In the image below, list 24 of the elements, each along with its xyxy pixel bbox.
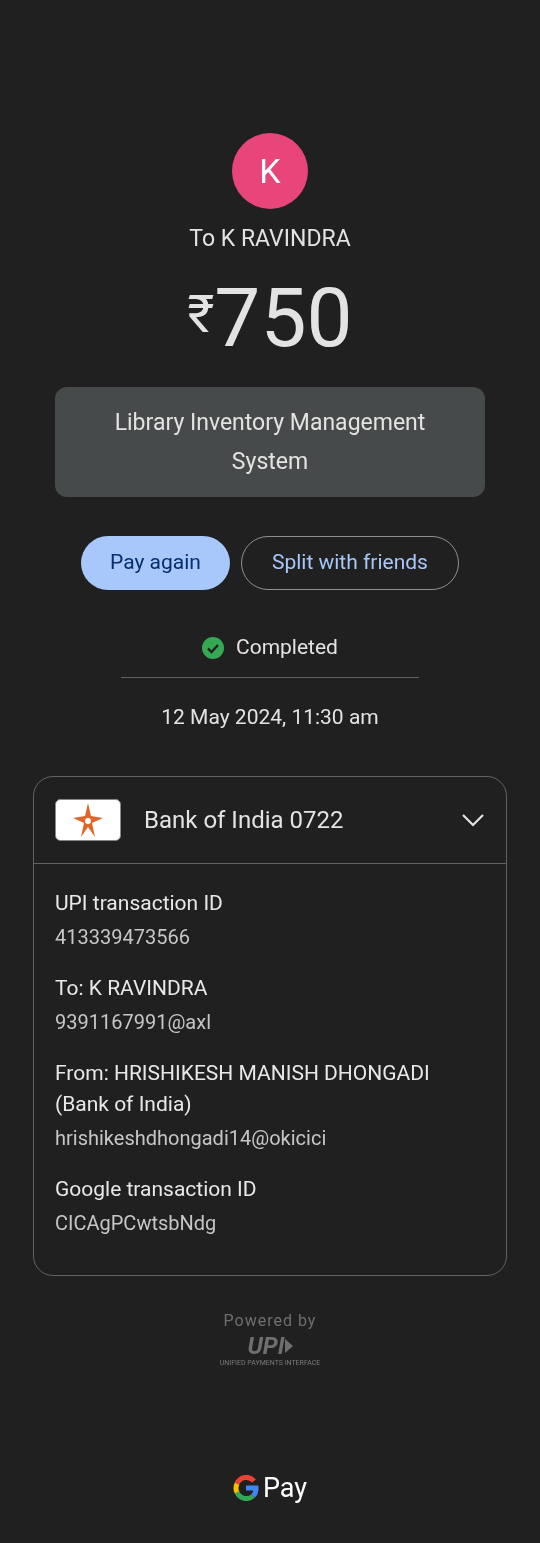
amount: 750 (214, 277, 353, 359)
detail-value: 413339473566 (55, 923, 191, 951)
detail-value: CICAgPCwtsbNdg (55, 1209, 218, 1237)
upi-logo: UPI (247, 1332, 285, 1359)
detail-label: UPI transaction ID (55, 889, 224, 917)
pay-again-button[interactable]: Pay again (81, 536, 230, 590)
payment-note: Library Inventory Management System (55, 387, 485, 497)
transaction-date: 12 May 2024, 11:30 am (161, 703, 379, 731)
brand-name: Pay (262, 1470, 308, 1506)
detail-label: From: HRISHIKESH MANISH DHONGADI (Bank of India) (55, 1059, 431, 1118)
detail-value: 9391167991@axl (55, 1008, 213, 1036)
bank-logo-icon (55, 798, 121, 841)
bank-account: Bank of India 0722 (144, 804, 345, 836)
currency-symbol: ₹ (187, 289, 215, 341)
detail-label: To: K RAVINDRA (55, 974, 209, 1002)
status-label: Completed (236, 634, 338, 661)
detail-label: Google transaction ID (55, 1175, 258, 1203)
arrow-icon (284, 1338, 293, 1353)
recipient-name: To K RAVINDRA (189, 224, 351, 254)
avatar: K (232, 133, 308, 209)
powered-by: Powered by (223, 1309, 317, 1332)
google-g-icon (232, 1474, 259, 1501)
detail-value: hrishikeshdhongadi14@okicici (55, 1124, 328, 1152)
chevron-down-icon[interactable] (461, 812, 485, 827)
